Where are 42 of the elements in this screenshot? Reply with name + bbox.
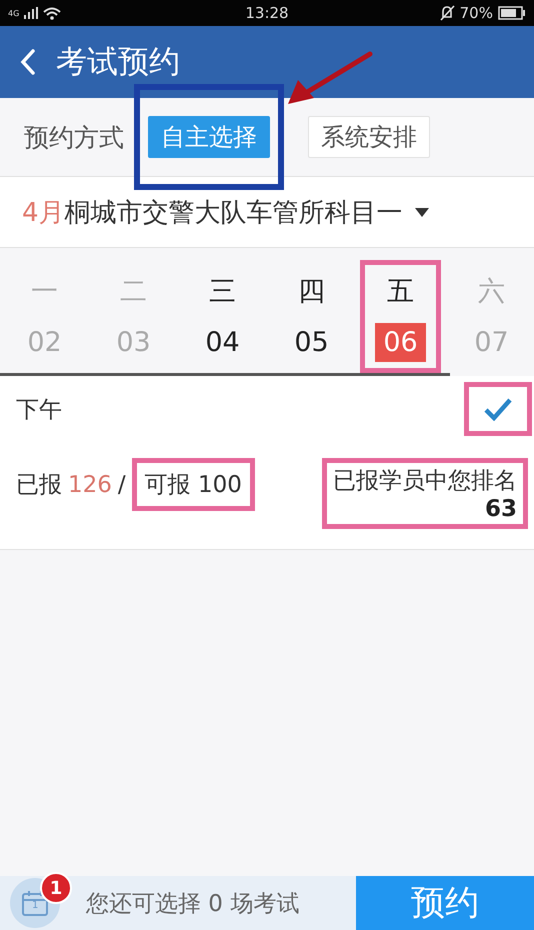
month-label: 4月 (22, 196, 65, 230)
network-label: 4G (8, 8, 20, 18)
date-label: 04 (204, 326, 241, 360)
weekday-label: 三 (209, 275, 236, 309)
weekday-label: 一 (31, 275, 58, 309)
booked-label: 已报 (16, 471, 62, 500)
checkmark-icon[interactable] (483, 397, 513, 421)
capacity-text: 可报 100 (144, 472, 242, 498)
location-name: 桐城市交警大队车管所科目一 (64, 196, 403, 230)
date-label: 02 (26, 326, 63, 360)
mode-option[interactable]: 系统安排 (308, 116, 430, 158)
clock-time: 13:28 (245, 4, 289, 22)
weekday-label: 六 (478, 275, 505, 309)
battery-level: 70% (460, 4, 493, 22)
date-label: 05 (293, 326, 330, 360)
day-option[interactable]: 四 05 (271, 260, 352, 373)
rank-label: 已报学员中您排名 (333, 467, 517, 496)
weekday-label: 五 (387, 275, 414, 309)
calendar-drawing (21, 889, 49, 917)
date-label: 06 (375, 323, 426, 362)
back-icon (20, 49, 36, 75)
weekday-label: 四 (298, 275, 325, 309)
day-option[interactable]: 五 06 (360, 260, 441, 373)
mode-label: 预约方式 (24, 122, 124, 154)
signal-icon (24, 7, 38, 19)
remaining-message: 您还可选择 0 场考试 (86, 890, 300, 918)
battery-icon (498, 6, 526, 20)
wifi-icon (43, 6, 62, 20)
location-selector[interactable]: 4月 桐城市交警大队车管所科目一 (0, 177, 534, 248)
back-button[interactable] (20, 49, 36, 75)
muted-bell-icon (438, 5, 455, 21)
booked-count: 126 (68, 472, 112, 498)
dropdown-caret-icon (414, 208, 429, 216)
day-option[interactable]: 三 04 (182, 260, 263, 373)
rank-value: 63 (484, 496, 517, 522)
separator-text: / (118, 472, 126, 498)
calendar-day-text: 1 (32, 900, 38, 911)
session-label: 下午 (16, 396, 62, 424)
page-title: 考试预约 (56, 43, 180, 82)
date-label: 03 (115, 326, 152, 360)
weekday-label: 二 (120, 275, 147, 309)
date-label: 07 (473, 326, 510, 360)
